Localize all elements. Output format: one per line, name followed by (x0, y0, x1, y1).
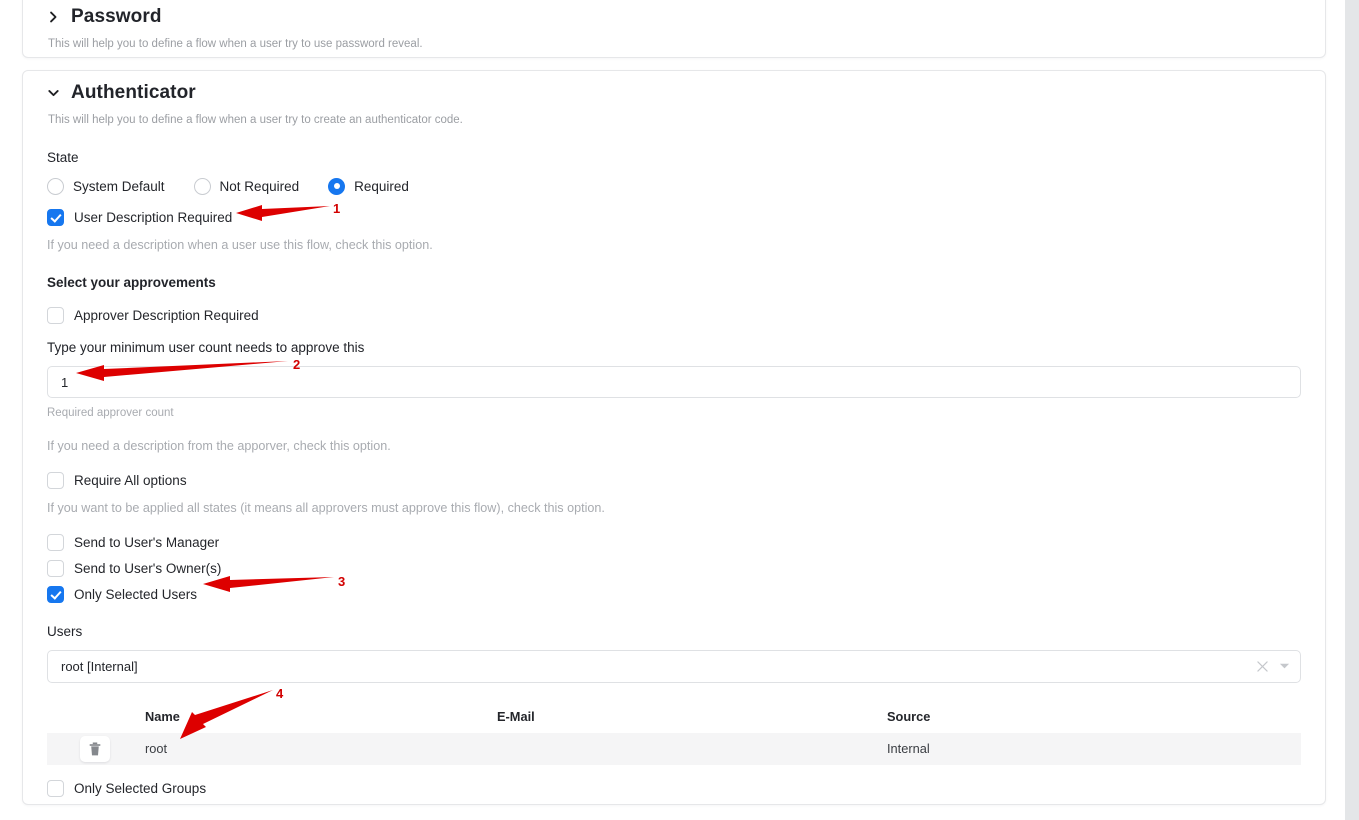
authenticator-section-card: Authenticator This will help you to defi… (22, 70, 1326, 805)
chevron-down-icon (48, 89, 59, 96)
checkbox-icon (47, 779, 64, 797)
send-to-users-manager-label: Send to User's Manager (74, 534, 220, 550)
radio-circle-icon (47, 177, 64, 195)
users-select-value: root [Internal] (61, 658, 138, 674)
close-icon[interactable] (1257, 661, 1268, 672)
users-table-action-cell (47, 733, 145, 765)
approver-description-required-checkbox[interactable]: Approver Description Required (47, 307, 1301, 325)
delete-user-button[interactable] (80, 735, 110, 762)
require-all-options-checkbox[interactable]: Require All options (47, 471, 1301, 489)
checkbox-icon (47, 307, 64, 325)
send-to-users-owner-checkbox[interactable]: Send to User's Owner(s) (47, 559, 1301, 577)
users-table-col-name: Name (145, 708, 180, 724)
state-option-system-default[interactable]: System Default (47, 177, 165, 195)
users-select[interactable]: root [Internal] (47, 649, 1301, 683)
authenticator-section-subtitle: This will help you to define a flow when… (48, 114, 463, 126)
page-scrollbar-track[interactable] (1345, 0, 1359, 820)
users-select-icons (1257, 651, 1290, 682)
state-option-label: Not Required (219, 178, 300, 194)
trash-icon (89, 742, 101, 756)
only-selected-users-checkbox[interactable]: Only Selected Users (47, 585, 1301, 603)
state-option-not-required[interactable]: Not Required (193, 177, 300, 195)
only-selected-groups-checkbox[interactable]: Only Selected Groups (47, 779, 1301, 797)
authenticator-section-header[interactable]: Authenticator (47, 71, 1301, 102)
checkbox-checked-icon (47, 208, 64, 226)
send-to-users-manager-checkbox[interactable]: Send to User's Manager (47, 533, 1301, 551)
checkbox-icon (47, 471, 64, 489)
checkbox-icon (47, 559, 64, 577)
chevron-right-icon (50, 11, 57, 22)
state-radio-group: System Default Not Required Required (47, 177, 1301, 195)
chevron-down-icon[interactable] (1279, 662, 1290, 670)
only-selected-users-label: Only Selected Users (74, 586, 198, 602)
min-user-count-input[interactable] (47, 366, 1301, 399)
radio-circle-icon (193, 177, 211, 195)
min-user-count-label: Type your minimum user count needs to ap… (47, 340, 365, 356)
state-option-label: System Default (73, 178, 165, 194)
users-table-col-actions (47, 703, 145, 733)
table-row: root Internal (47, 732, 1301, 765)
require-all-options-label: Require All options (74, 472, 187, 488)
checkbox-checked-icon (47, 585, 64, 603)
users-table-email-cell (497, 733, 887, 765)
user-description-required-checkbox[interactable]: User Description Required (47, 208, 1301, 226)
require-all-options-help: If you want to be applied all states (it… (47, 500, 605, 515)
radio-selected-icon (328, 177, 346, 195)
authenticator-section-title: Authenticator (71, 82, 196, 103)
users-table-col-source: Source (887, 708, 931, 724)
users-table-name-cell: root (145, 741, 168, 757)
user-description-required-help: If you need a description when a user us… (47, 237, 433, 252)
scrollbar-divider (1344, 0, 1345, 820)
users-table-col-email: E-Mail (497, 708, 535, 724)
password-section-title: Password (71, 6, 162, 27)
min-user-count-helper: Required approver count (47, 407, 174, 420)
password-section-card: Password This will help you to define a … (22, 0, 1326, 58)
approvements-heading: Select your approvements (47, 275, 216, 291)
approver-description-help: If you need a description from the appor… (47, 439, 391, 454)
state-option-label: Required (354, 178, 409, 194)
checkbox-icon (47, 533, 64, 551)
send-to-users-owner-label: Send to User's Owner(s) (74, 560, 222, 576)
password-section-subtitle: This will help you to define a flow when… (48, 38, 423, 50)
users-table: Name E-Mail Source root Internal (47, 703, 1301, 765)
user-description-required-label: User Description Required (74, 209, 233, 225)
users-table-source-cell: Internal (887, 741, 930, 757)
state-option-required[interactable]: Required (328, 177, 409, 195)
state-label: State (47, 149, 79, 165)
users-table-header-row: Name E-Mail Source (47, 703, 1301, 733)
only-selected-groups-label: Only Selected Groups (74, 780, 207, 796)
password-section-header[interactable]: Password (47, 0, 1301, 26)
approver-description-required-label: Approver Description Required (74, 308, 259, 324)
users-select-label: Users (47, 623, 83, 639)
